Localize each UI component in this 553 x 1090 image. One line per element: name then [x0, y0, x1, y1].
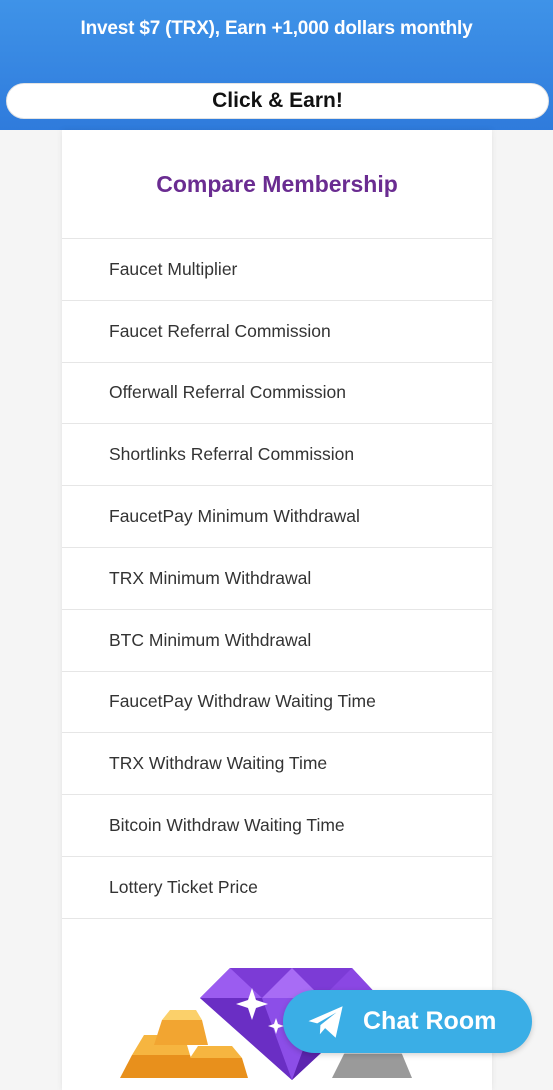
click-and-earn-button[interactable]: Click & Earn! [6, 83, 549, 119]
feature-row: Shortlinks Referral Commission [62, 424, 492, 487]
feature-list: Faucet Multiplier Faucet Referral Commis… [62, 238, 492, 919]
chat-room-button[interactable]: Chat Room [283, 990, 532, 1053]
feature-row: FaucetPay Minimum Withdrawal [62, 486, 492, 548]
feature-row: Faucet Multiplier [62, 239, 492, 301]
membership-card: Compare Membership Faucet Multiplier Fau… [62, 130, 492, 1090]
feature-row: TRX Minimum Withdrawal [62, 548, 492, 610]
feature-row: FaucetPay Withdraw Waiting Time [62, 672, 492, 734]
feature-row: Bitcoin Withdraw Waiting Time [62, 795, 492, 857]
feature-row: Lottery Ticket Price [62, 857, 492, 919]
chat-room-label: Chat Room [363, 1007, 497, 1035]
promo-banner: Invest $7 (TRX), Earn +1,000 dollars mon… [0, 0, 553, 130]
telegram-plane-icon [308, 1005, 343, 1038]
membership-title: Compare Membership [156, 170, 398, 197]
feature-row: Faucet Referral Commission [62, 301, 492, 363]
feature-row: BTC Minimum Withdrawal [62, 610, 492, 672]
promo-banner-title: Invest $7 (TRX), Earn +1,000 dollars mon… [80, 18, 473, 39]
feature-row: TRX Withdraw Waiting Time [62, 733, 492, 796]
feature-row: Offerwall Referral Commission [62, 363, 492, 425]
